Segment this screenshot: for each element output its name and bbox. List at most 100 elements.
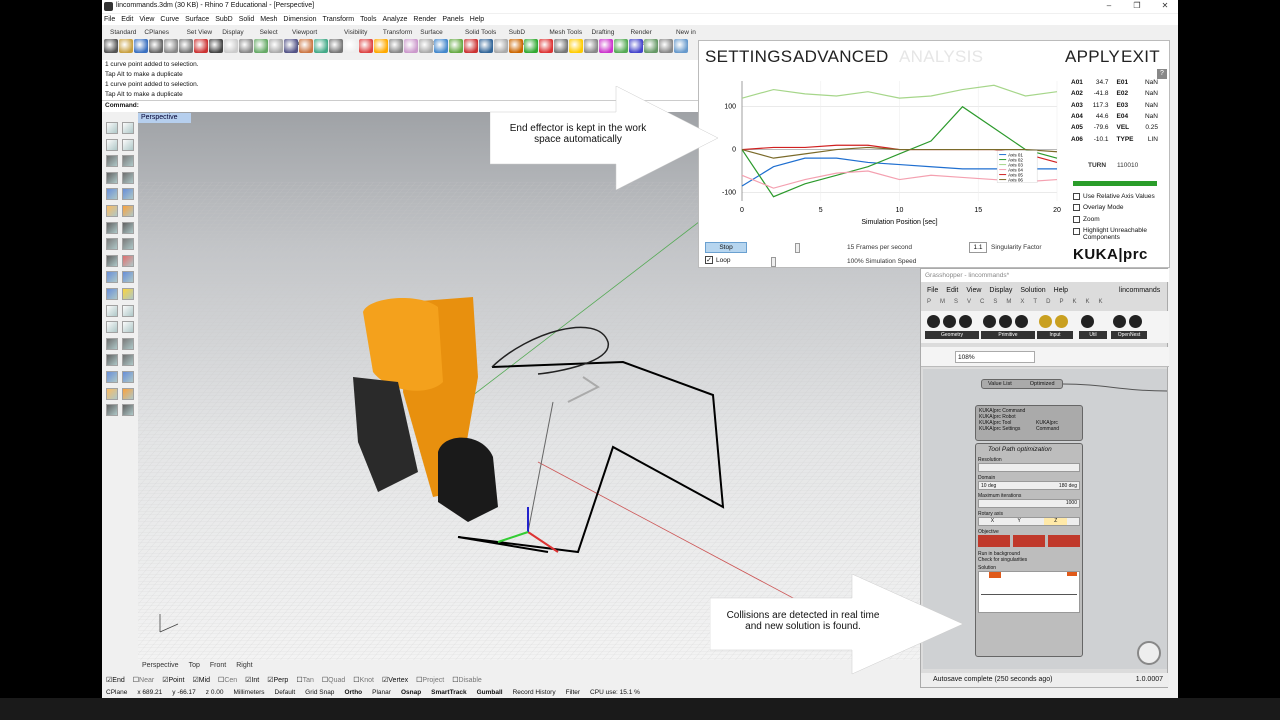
tool-icon[interactable]: [122, 337, 134, 350]
objective-button[interactable]: [1048, 535, 1080, 547]
objective-button[interactable]: [978, 535, 1010, 547]
tool-icon[interactable]: [584, 39, 598, 53]
tool-icon[interactable]: [569, 39, 583, 53]
tool-icon[interactable]: [539, 39, 553, 53]
menu-panels[interactable]: Panels: [442, 14, 463, 25]
toolbar-tab[interactable]: SubD Tools: [501, 27, 542, 47]
gh-group-label[interactable]: Geometry: [925, 331, 979, 339]
osnap-near[interactable]: ☐Near: [133, 675, 154, 686]
toolbar-tab[interactable]: Solid Tools: [457, 27, 501, 38]
osnap-knot[interactable]: ☐Knot: [353, 675, 374, 686]
tool-icon[interactable]: [224, 39, 238, 53]
toolbar-tab[interactable]: Mesh Tools: [541, 27, 583, 38]
gh-component-icon[interactable]: [999, 315, 1012, 328]
gh-menu-file[interactable]: File: [927, 285, 938, 297]
menu-solid[interactable]: Solid: [239, 14, 255, 25]
gh-tab[interactable]: K: [1098, 299, 1102, 309]
apply-button[interactable]: APPLY: [1065, 47, 1120, 67]
tool-icon[interactable]: [164, 39, 178, 53]
tab-settings[interactable]: SETTINGS: [705, 47, 792, 67]
menu-mesh[interactable]: Mesh: [260, 14, 277, 25]
tool-path-optimization-node[interactable]: Tool Path optimization Resolution Domain…: [975, 443, 1083, 657]
tool-icon[interactable]: [329, 39, 343, 53]
status-toggle[interactable]: SmartTrack: [431, 687, 466, 698]
tool-icon[interactable]: [404, 39, 418, 53]
gh-component-icon[interactable]: [943, 315, 956, 328]
tool-icon[interactable]: [106, 404, 118, 417]
rotary-axis-selector[interactable]: X Y Z: [978, 517, 1080, 526]
tool-icon[interactable]: [122, 321, 134, 334]
gh-group-label[interactable]: OpenNest: [1111, 331, 1147, 339]
menu-surface[interactable]: Surface: [185, 14, 209, 25]
tab-advanced[interactable]: ADVANCED: [793, 47, 889, 67]
toolbar-tab[interactable]: CPlanes: [136, 27, 178, 38]
gh-menu-edit[interactable]: Edit: [946, 285, 958, 297]
tool-icon[interactable]: [494, 39, 508, 53]
view-tab-front[interactable]: Front: [210, 660, 226, 672]
gh-menu-solution[interactable]: Solution: [1020, 285, 1045, 297]
gh-tab[interactable]: M: [1006, 299, 1011, 309]
tool-icon[interactable]: [122, 122, 134, 134]
stop-button[interactable]: Stop: [705, 242, 747, 253]
gh-menu-view[interactable]: View: [966, 285, 981, 297]
rotary-x[interactable]: X: [991, 518, 994, 525]
gh-menu-help[interactable]: Help: [1054, 285, 1068, 297]
tool-icon[interactable]: [122, 404, 134, 417]
singularity-input[interactable]: 1.1: [969, 242, 987, 253]
menu-render[interactable]: Render: [413, 14, 436, 25]
resolution-slider[interactable]: [978, 463, 1080, 472]
tool-icon[interactable]: [659, 39, 673, 53]
toolbar-tab[interactable]: Viewport Layout: [284, 27, 336, 47]
tool-icon[interactable]: [644, 39, 658, 53]
view-tab-right[interactable]: Right: [236, 660, 252, 672]
toolbar-tab[interactable]: Render Tools: [622, 27, 667, 47]
gh-tab[interactable]: C: [980, 299, 984, 309]
osnap-mid[interactable]: ☑Mid: [192, 675, 210, 686]
gh-tab[interactable]: S: [954, 299, 958, 309]
tool-icon[interactable]: [106, 271, 118, 284]
osnap-cen[interactable]: ☐Cen: [218, 675, 237, 686]
loop-checkbox[interactable]: ✓ Loop: [705, 256, 730, 264]
tool-icon[interactable]: [106, 387, 118, 400]
status-toggle[interactable]: Gumball: [477, 687, 503, 698]
option-zoom[interactable]: Zoom: [1073, 216, 1100, 223]
tool-icon[interactable]: [122, 254, 134, 267]
rotary-z[interactable]: Z: [1044, 518, 1068, 525]
tool-icon[interactable]: [106, 138, 118, 151]
view-tab-top[interactable]: Top: [189, 660, 200, 672]
tool-icon[interactable]: [314, 39, 328, 53]
speed-slider[interactable]: [771, 257, 776, 267]
tool-icon[interactable]: [122, 288, 134, 300]
gh-component-icon[interactable]: [1015, 315, 1028, 328]
status-toggle[interactable]: Planar: [372, 687, 391, 698]
tool-icon[interactable]: [344, 39, 358, 53]
osnap-vertex[interactable]: ☑Vertex: [382, 675, 408, 686]
gh-component-icon[interactable]: [983, 315, 996, 328]
gh-doc-name[interactable]: lincommands: [1119, 287, 1160, 294]
gh-tab[interactable]: P: [927, 299, 931, 309]
tool-icon[interactable]: [554, 39, 568, 53]
option-overlay[interactable]: Overlay Mode: [1073, 204, 1123, 211]
osnap-int[interactable]: ☑Int: [245, 675, 259, 686]
tool-icon[interactable]: [374, 39, 388, 53]
tool-icon[interactable]: [119, 39, 133, 53]
osnap-end[interactable]: ☑End: [106, 675, 125, 686]
tool-icon[interactable]: [122, 155, 134, 168]
gh-component-icon[interactable]: [959, 315, 972, 328]
tab-analysis[interactable]: ANALYSIS: [899, 47, 983, 67]
tool-icon[interactable]: [359, 39, 373, 53]
tool-icon[interactable]: [122, 371, 134, 383]
toolbar-tab[interactable]: Select: [252, 27, 284, 38]
gh-group-label[interactable]: Input: [1037, 331, 1073, 339]
toolbar-tab[interactable]: Transform: [375, 27, 412, 38]
tool-icon[interactable]: [122, 221, 134, 234]
tool-icon[interactable]: [284, 39, 298, 53]
gh-tab[interactable]: T: [1033, 299, 1037, 309]
value-list-node[interactable]: Value List Optimized: [981, 379, 1063, 389]
gh-component-icon[interactable]: [927, 315, 940, 328]
tool-icon[interactable]: [122, 387, 134, 400]
status-toggle[interactable]: Grid Snap: [305, 687, 334, 698]
minimize-icon[interactable]: –: [1102, 1, 1116, 12]
domain-slider[interactable]: 10 deg 180 deg: [978, 481, 1080, 490]
view-tab-perspective[interactable]: Perspective: [142, 660, 179, 672]
